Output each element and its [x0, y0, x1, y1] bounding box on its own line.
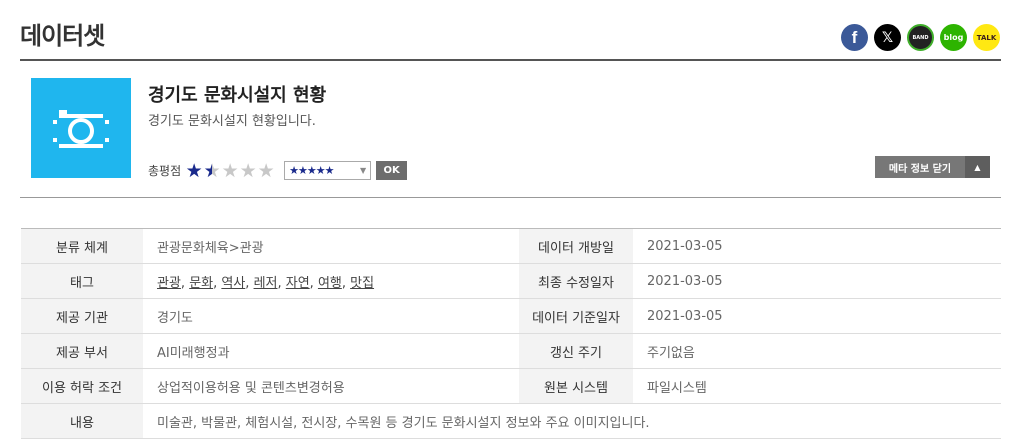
department-value: AI미래행정과 [157, 345, 230, 361]
table-row: 태그 관광, 문화, 역사, 레저, 자연, 여행, 맛집 최종 수정일자 20… [21, 263, 1001, 299]
x-icon: 𝕏 [881, 29, 894, 46]
header-divider [20, 59, 1001, 61]
band-icon: BAND [912, 34, 929, 41]
rating-select[interactable]: ★★★★★ ▼ [284, 161, 372, 180]
camera-icon [53, 110, 109, 148]
provider-label: 제공 기관 [21, 298, 143, 334]
category-value: 관광문화체육>관광 [157, 240, 264, 256]
modified-date-label: 최종 수정일자 [519, 263, 633, 299]
source-system-value: 파일시스템 [647, 380, 707, 396]
metadata-table: 분류 체계 관광문화체육>관광 데이터 개방일 2021-03-05 태그 관광… [21, 228, 1001, 439]
open-date-label: 데이터 개방일 [519, 228, 633, 264]
department-label: 제공 부서 [21, 333, 143, 369]
table-row: 분류 체계 관광문화체육>관광 데이터 개방일 2021-03-05 [21, 228, 1001, 264]
table-row: 이용 허락 조건 상업적이용허용 및 콘텐츠변경허용 원본 시스템 파일시스템 [21, 368, 1001, 404]
update-cycle-label: 갱신 주기 [519, 333, 633, 369]
band-share-button[interactable]: BAND [907, 24, 934, 51]
table-row: 내용 미술관, 박물관, 체험시설, 전시장, 수목원 등 경기도 문화시설지 … [21, 403, 1001, 439]
base-date-value: 2021-03-05 [647, 308, 723, 324]
section-divider [20, 197, 1001, 198]
tag-link[interactable]: 여행 [318, 276, 342, 291]
chevron-up-icon: ▲ [965, 156, 990, 178]
facebook-share-button[interactable]: f [841, 24, 868, 51]
tag-link[interactable]: 관광 [157, 276, 181, 291]
chevron-down-icon: ▼ [359, 166, 367, 175]
rating-select-value: ★★★★★ [289, 164, 334, 177]
star-icon: ★ [221, 159, 239, 182]
tag-link[interactable]: 자연 [286, 276, 310, 291]
tags-value: 관광, 문화, 역사, 레저, 자연, 여행, 맛집 [157, 275, 375, 291]
dataset-title: 경기도 문화시설지 현황 [148, 85, 327, 106]
rating-label: 총평점 [148, 164, 182, 178]
meta-toggle-label: 메타 정보 닫기 [875, 156, 965, 178]
tags-label: 태그 [21, 263, 143, 299]
provider-value: 경기도 [157, 310, 193, 326]
star-icon: ★ [185, 159, 203, 182]
star-icon: ★ [203, 159, 221, 182]
dataset-thumbnail [31, 78, 131, 178]
rating-row: 총평점 ★ ★ ★ ★ ★ ★★★★★ ▼ OK [148, 159, 408, 182]
page-title: 데이터셋 [20, 22, 105, 50]
star-icon: ★ [257, 159, 275, 182]
base-date-label: 데이터 기준일자 [519, 298, 633, 334]
table-row: 제공 기관 경기도 데이터 기준일자 2021-03-05 [21, 298, 1001, 334]
update-cycle-value: 주기없음 [647, 345, 695, 361]
table-row: 제공 부서 AI미래행정과 갱신 주기 주기없음 [21, 333, 1001, 369]
x-share-button[interactable]: 𝕏 [874, 24, 901, 51]
tag-link[interactable]: 맛집 [350, 276, 374, 291]
content-label: 내용 [21, 403, 143, 439]
tag-link[interactable]: 문화 [189, 276, 213, 291]
blog-icon: blog [943, 33, 964, 42]
category-label: 분류 체계 [21, 228, 143, 264]
license-label: 이용 허락 조건 [21, 368, 143, 404]
kakaotalk-share-button[interactable]: TALK [973, 24, 1000, 51]
modified-date-value: 2021-03-05 [647, 273, 723, 289]
kakaotalk-icon: TALK [976, 33, 997, 42]
rating-ok-button[interactable]: OK [376, 161, 408, 180]
open-date-value: 2021-03-05 [647, 238, 723, 254]
blog-share-button[interactable]: blog [940, 24, 967, 51]
source-system-label: 원본 시스템 [519, 368, 633, 404]
content-value: 미술관, 박물관, 체험시설, 전시장, 수목원 등 경기도 문화시설지 정보와… [157, 415, 650, 431]
meta-toggle-button[interactable]: 메타 정보 닫기 ▲ [875, 156, 990, 178]
share-bar: f 𝕏 BAND blog TALK [841, 24, 1000, 51]
dataset-description: 경기도 문화시설지 현황입니다. [148, 114, 316, 129]
tag-link[interactable]: 역사 [221, 276, 245, 291]
star-icon: ★ [239, 159, 257, 182]
rating-stars: ★ ★ ★ ★ ★ [185, 159, 275, 182]
facebook-icon: f [851, 27, 858, 47]
license-value: 상업적이용허용 및 콘텐츠변경허용 [157, 380, 345, 396]
tag-link[interactable]: 레저 [254, 276, 278, 291]
